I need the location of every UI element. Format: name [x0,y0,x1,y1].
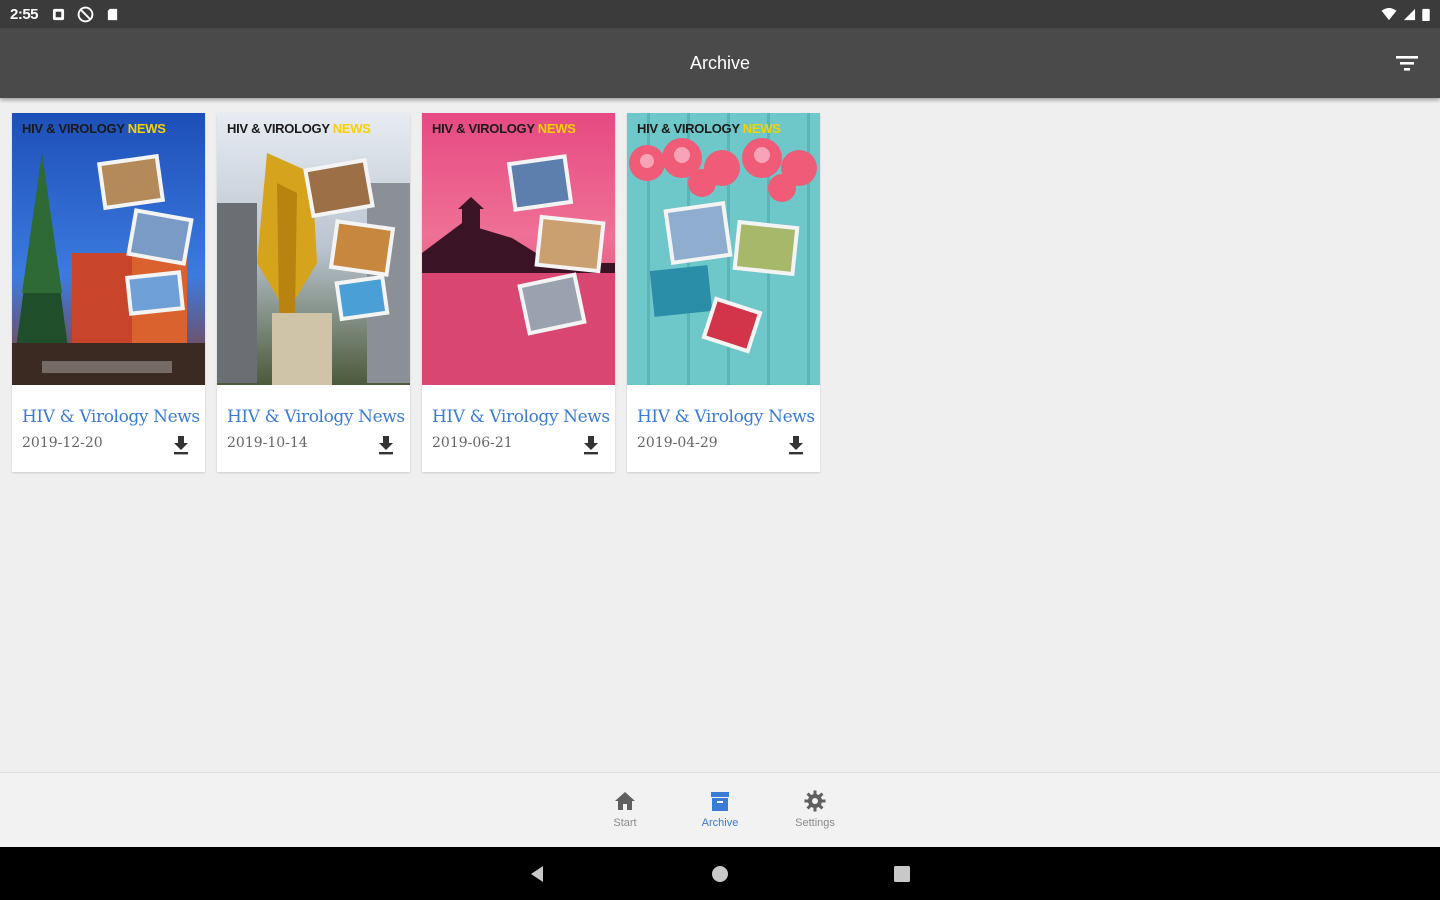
issue-title: HIV & Virology News [432,407,610,427]
bottom-nav: Start Archive Settings [0,772,1440,847]
issue-card[interactable]: HIV & VIROLOGY NEWS HIV & Virology News … [627,113,820,472]
issue-card[interactable]: HIV & VIROLOGY NEWS HIV & Virology News … [12,113,205,472]
sd-card-icon [107,8,118,20]
cover-image [12,113,205,385]
cover-image [627,113,820,385]
issue-title: HIV & Virology News [637,407,815,427]
battery-icon [1422,8,1430,21]
nav-label: Start [613,817,637,829]
archive-icon [711,792,729,811]
status-time: 2:55 [10,5,39,23]
recents-icon[interactable] [891,863,913,885]
filter-button[interactable] [1394,50,1420,76]
download-icon[interactable] [581,435,601,455]
cover-masthead: HIV & VIROLOGY NEWS [637,121,781,136]
cover-masthead: HIV & VIROLOGY NEWS [432,121,576,136]
nav-label: Settings [795,817,835,829]
issue-cover[interactable]: HIV & VIROLOGY NEWS [217,113,410,385]
home-nav-icon[interactable] [709,863,731,885]
issue-cover[interactable]: HIV & VIROLOGY NEWS [422,113,615,385]
back-icon[interactable] [527,863,549,885]
issue-cover[interactable]: HIV & VIROLOGY NEWS [12,113,205,385]
page-title: Archive [689,52,751,73]
nav-item-start[interactable]: Start [585,789,665,829]
issue-card[interactable]: HIV & VIROLOGY NEWS HIV & Virology News … [422,113,615,472]
cover-masthead: HIV & VIROLOGY NEWS [22,121,166,136]
issue-date: 2019-06-21 [432,435,513,451]
status-bar: 2:55 [0,0,1440,28]
gear-icon [804,790,826,812]
blocked-icon [77,6,94,22]
download-icon[interactable] [171,435,191,455]
wifi-icon [1381,7,1397,20]
download-icon[interactable] [786,435,806,455]
cover-image [217,113,410,385]
app-bar: Archive [0,28,1440,98]
filter-icon [1396,56,1418,71]
notification-icon [52,8,65,20]
issue-title: HIV & Virology News [227,407,405,427]
nav-item-archive[interactable]: Archive [680,789,760,829]
issue-date: 2019-10-14 [227,435,308,451]
issue-grid: HIV & VIROLOGY NEWS HIV & Virology News … [12,113,820,472]
issue-card[interactable]: HIV & VIROLOGY NEWS HIV & Virology News … [217,113,410,472]
issue-cover[interactable]: HIV & VIROLOGY NEWS [627,113,820,385]
cover-image [422,113,615,385]
nav-label: Archive [701,817,739,829]
home-icon [615,792,635,810]
system-nav-bar [0,847,1440,900]
issue-date: 2019-12-20 [22,435,103,451]
cover-masthead: HIV & VIROLOGY NEWS [227,121,371,136]
issue-date: 2019-04-29 [637,435,718,451]
issue-title: HIV & Virology News [22,407,200,427]
download-icon[interactable] [376,435,396,455]
nav-item-settings[interactable]: Settings [775,789,855,829]
signal-icon [1403,8,1416,20]
